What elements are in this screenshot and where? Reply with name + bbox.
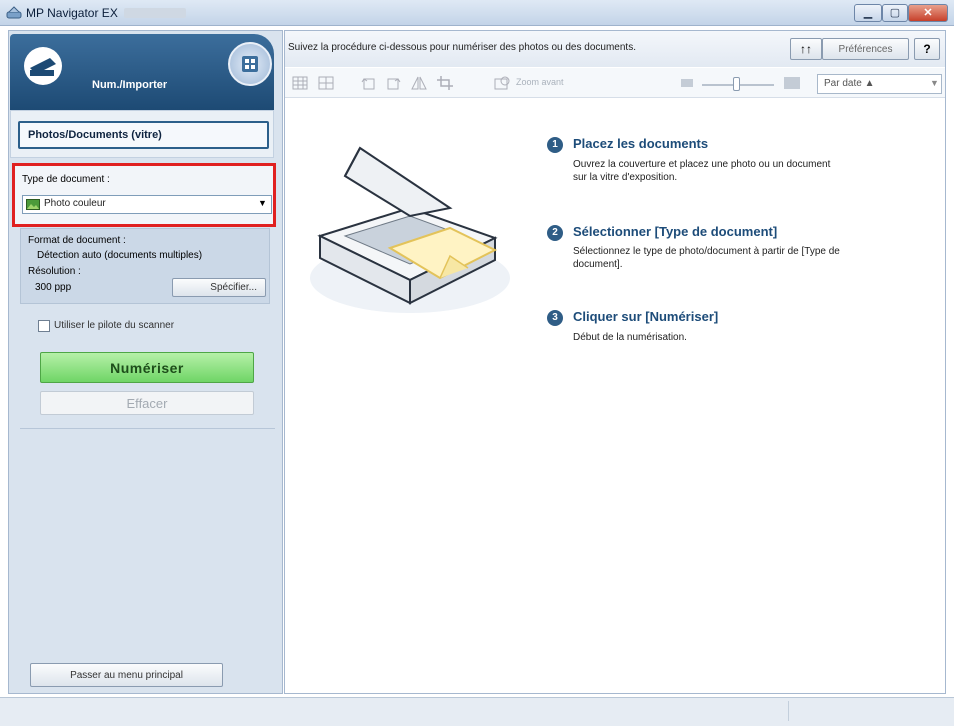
crop-icon[interactable] xyxy=(437,76,453,90)
zoom-in-label[interactable]: Zoom avant xyxy=(516,77,564,87)
scan-button[interactable]: Numériser xyxy=(40,352,254,383)
thumbnail-small-icon xyxy=(681,79,693,87)
step-1-number: 1 xyxy=(547,137,563,153)
slider-thumb[interactable] xyxy=(733,77,740,91)
step-3-title: Cliquer sur [Numériser] xyxy=(573,309,719,324)
minimize-button[interactable]: ▁ xyxy=(854,4,882,22)
step-3-number: 3 xyxy=(547,310,563,326)
scanner-mode-icon xyxy=(24,47,62,85)
scanner-driver-checkbox[interactable] xyxy=(38,320,50,332)
sort-by-value: Par date ▲ xyxy=(824,78,875,89)
document-type-value: Photo couleur xyxy=(44,198,106,209)
resolution-label: Résolution : xyxy=(28,266,81,277)
zoom-in-icon[interactable] xyxy=(494,76,510,90)
maximize-button[interactable]: ▢ xyxy=(882,4,908,22)
maximize-icon: ▢ xyxy=(889,7,901,19)
instruction-text: Suivez la procédure ci-dessous pour numé… xyxy=(288,42,636,53)
step-1-description: Ouvrez la couverture et placez une photo… xyxy=(573,159,831,183)
clear-button[interactable]: Effacer xyxy=(40,391,254,415)
grid-view-icon xyxy=(242,56,258,72)
main-menu-button[interactable]: Passer au menu principal xyxy=(30,663,223,687)
grid-small-icon[interactable] xyxy=(292,76,308,90)
scanner-driver-label: Utiliser le pilote du scanner xyxy=(54,320,175,331)
grid-large-icon[interactable] xyxy=(318,76,334,90)
document-type-label: Type de document : xyxy=(22,174,110,185)
source-photos-documents-button[interactable]: Photos/Documents (vitre) xyxy=(18,121,269,149)
format-value: Détection auto (documents multiples) xyxy=(37,250,203,261)
scanner-illustration xyxy=(310,146,510,313)
status-bar xyxy=(0,697,954,726)
color-photo-icon xyxy=(26,199,40,210)
step-2-title: Sélectionner [Type de document] xyxy=(573,224,778,239)
mode-title: Num./Importer xyxy=(92,79,168,91)
format-label: Format de document : xyxy=(28,235,126,246)
step-3-description: Début de la numérisation. xyxy=(573,332,687,343)
step-2-description: Sélectionnez le type de photo/document à… xyxy=(573,246,840,270)
left-panel-divider xyxy=(20,428,275,429)
resolution-value: 300 ppp xyxy=(35,282,72,293)
close-button[interactable]: ✕ xyxy=(908,4,948,22)
step-1-title: Placez les documents xyxy=(573,136,709,151)
status-bar-separator xyxy=(788,701,789,721)
mirror-icon[interactable] xyxy=(411,76,427,90)
scanner-app-icon xyxy=(6,6,22,19)
chevron-down-icon: ▼ xyxy=(930,78,939,88)
rotate-right-icon[interactable] xyxy=(386,76,402,90)
chevron-down-icon: ▼ xyxy=(258,198,267,208)
window-title: MP Navigator EX xyxy=(26,6,118,20)
specify-button[interactable]: Spécifier... xyxy=(172,278,266,297)
preferences-button[interactable]: Préférences xyxy=(822,38,909,60)
title-blurred-text xyxy=(124,8,186,18)
minimize-icon: ▁ xyxy=(863,7,873,19)
sort-order-button[interactable]: ↑↑ xyxy=(790,38,822,60)
close-icon: ✕ xyxy=(923,7,933,19)
step-2-number: 2 xyxy=(547,225,563,241)
thumbnail-large-icon xyxy=(784,77,800,89)
rotate-left-icon[interactable] xyxy=(360,76,376,90)
help-button[interactable]: ? xyxy=(914,38,940,60)
